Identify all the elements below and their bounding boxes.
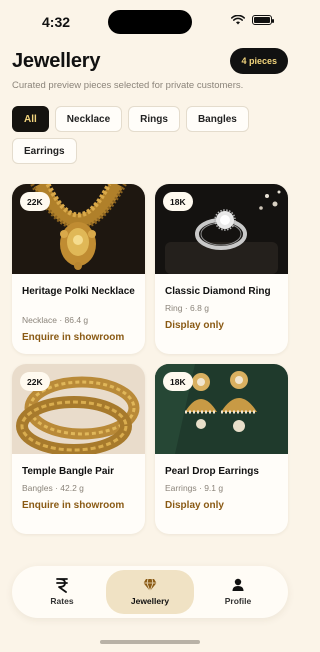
filter-chip-necklace[interactable]: Necklace	[54, 106, 123, 132]
rupee-icon	[56, 578, 68, 593]
bottom-nav: Rates Jewellery Profile	[12, 566, 288, 618]
nav-item-rates[interactable]: Rates	[18, 570, 106, 614]
nav-label-rates: Rates	[50, 596, 74, 606]
filter-chip-rings[interactable]: Rings	[128, 106, 180, 132]
karat-badge: 22K	[20, 192, 50, 211]
battery-icon	[252, 15, 274, 25]
product-meta: Necklace · 86.4 g	[22, 315, 89, 325]
dynamic-island	[108, 10, 192, 34]
product-card[interactable]: 22K Heritage Polki Necklace Necklace · 8…	[12, 184, 145, 354]
ring-photo: 18K	[155, 184, 288, 274]
status-bar: 4:32	[0, 0, 300, 44]
filter-chip-earrings[interactable]: Earrings	[12, 138, 77, 164]
karat-badge: 22K	[20, 372, 50, 391]
product-name: Temple Bangle Pair	[22, 466, 115, 477]
home-indicator	[100, 640, 200, 644]
person-icon	[232, 578, 244, 591]
nav-label-profile: Profile	[224, 596, 252, 606]
karat-badge: 18K	[163, 372, 193, 391]
product-meta: Earrings · 9.1 g	[165, 483, 224, 493]
display-only-label: Display only	[165, 320, 224, 331]
product-meta: Bangles · 42.2 g	[22, 483, 84, 493]
product-name: Classic Diamond Ring	[165, 286, 271, 297]
product-name: Pearl Drop Earrings	[165, 466, 259, 477]
necklace-photo: 22K	[12, 184, 145, 274]
karat-badge: 18K	[163, 192, 193, 211]
product-card[interactable]: 18K Classic Diamond Ring Ring · 6.8 g Di…	[155, 184, 288, 354]
filter-chip-all[interactable]: All	[12, 106, 49, 132]
bangle-photo: 22K	[12, 364, 145, 454]
filter-chip-bangles[interactable]: Bangles	[185, 106, 249, 132]
product-card[interactable]: 22K Temple Bangle Pair Bangles · 42.2 g …	[12, 364, 145, 534]
page-header: Jewellery 4 pieces	[12, 48, 288, 74]
nav-item-jewellery[interactable]: Jewellery	[106, 570, 194, 614]
product-grid: 22K Heritage Polki Necklace Necklace · 8…	[12, 184, 288, 534]
nav-item-profile[interactable]: Profile	[194, 570, 282, 614]
diamond-icon	[143, 578, 157, 593]
enquire-link[interactable]: Enquire in showroom	[22, 332, 124, 343]
nav-label-jewellery: Jewellery	[130, 596, 170, 606]
status-time: 4:32	[42, 14, 71, 30]
product-meta: Ring · 6.8 g	[165, 303, 209, 313]
status-icons	[231, 15, 274, 25]
earrings-photo: 18K	[155, 364, 288, 454]
wifi-icon	[231, 15, 245, 25]
page-subtitle: Curated preview pieces selected for priv…	[12, 80, 244, 91]
product-name: Heritage Polki Necklace	[22, 286, 135, 297]
enquire-link[interactable]: Enquire in showroom	[22, 500, 124, 511]
count-badge: 4 pieces	[230, 48, 288, 74]
product-card[interactable]: 18K Pearl Drop Earrings Earrings · 9.1 g…	[155, 364, 288, 534]
filter-chips: All Necklace Rings Bangles Earrings	[12, 106, 292, 164]
display-only-label: Display only	[165, 500, 224, 511]
